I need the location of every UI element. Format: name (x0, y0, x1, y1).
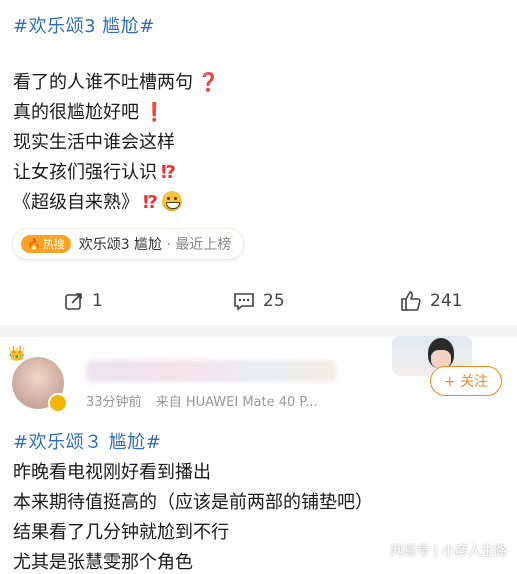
post1-line-3-text: 现实生活中谁会这样 (13, 132, 175, 153)
post2-line-1: 昨晚看电视刚好看到播出 (13, 462, 211, 483)
post1-line-2-text: 真的很尴尬好吧 (13, 102, 139, 123)
blurred-username[interactable] (86, 360, 336, 382)
red-exclamation-icon: ❗ (143, 102, 166, 123)
comment-icon (234, 293, 254, 311)
hot-badge-label: 热搜 (42, 238, 65, 251)
post1-line-1: 看了的人谁不吐槽两句 ❓ (13, 68, 219, 94)
watermark: 网易号 | 小彦人生路 (390, 544, 507, 559)
red-question-icon: ❓ (197, 72, 220, 93)
exclamation-question-icon: ⁉ (143, 192, 158, 213)
post1-line-5-text: 《超级自来熟》 (13, 192, 139, 213)
follow-button[interactable]: + 关注 (430, 366, 502, 396)
exclamation-question-icon: ⁉ (161, 162, 176, 183)
post2-meta: 33分钟前 来自 HUAWEI Mate 40 P... (86, 391, 318, 410)
repost-icon (65, 293, 82, 310)
post1-line-1-text: 看了的人谁不吐槽两句 (13, 72, 193, 93)
comment-count: 25 (263, 291, 285, 311)
post2-line-2: 本来期待值挺高的（应该是前两部的铺垫吧） (13, 492, 373, 513)
post1-line-3: 现实生活中谁会这样 (13, 128, 175, 154)
post-source: 来自 HUAWEI Mate 40 P... (155, 395, 318, 410)
post1-hashtag[interactable]: #欢乐颂3 尴尬# (13, 12, 155, 38)
post2-hashtag[interactable]: #欢乐颂３ 尴尬# (13, 428, 161, 454)
post1-line-2: 真的很尴尬好吧 ❗ (13, 98, 165, 124)
comment-button[interactable]: 25 (233, 291, 285, 311)
crown-icon: 👑 (8, 346, 26, 362)
follow-label: + 关注 (443, 374, 489, 390)
repost-count: 1 (92, 291, 103, 311)
repost-button[interactable]: 1 (64, 291, 103, 311)
post2-line-3: 结果看了几分钟就尬到不行 (13, 522, 229, 543)
post-time: 33分钟前 (86, 395, 142, 410)
post2-line-4: 尤其是张慧雯那个角色 (13, 552, 193, 573)
hot-search-tag[interactable]: 🔥 热搜 欢乐颂3 尴尬 · 最近上榜 (12, 228, 244, 260)
hot-topic-text: 欢乐颂3 尴尬 (78, 237, 163, 253)
like-button[interactable]: 241 (400, 290, 462, 312)
thumbs-up-icon (401, 291, 421, 311)
hot-status-text: · 最近上榜 (166, 237, 232, 253)
like-count: 241 (430, 291, 463, 311)
hot-search-badge: 🔥 热搜 (21, 235, 71, 253)
post1-line-4: 让女孩们强行认识 ⁉ (13, 158, 176, 184)
post1-line-5: 《超级自来熟》 ⁉ (13, 188, 182, 214)
post1-line-4-text: 让女孩们强行认识 (13, 162, 157, 183)
verified-badge-icon (48, 393, 68, 413)
hot-topic: 欢乐颂3 尴尬 · 最近上榜 (79, 234, 232, 254)
grin-sweat-emoji-icon (161, 191, 182, 211)
flame-icon: 🔥 (27, 237, 41, 251)
